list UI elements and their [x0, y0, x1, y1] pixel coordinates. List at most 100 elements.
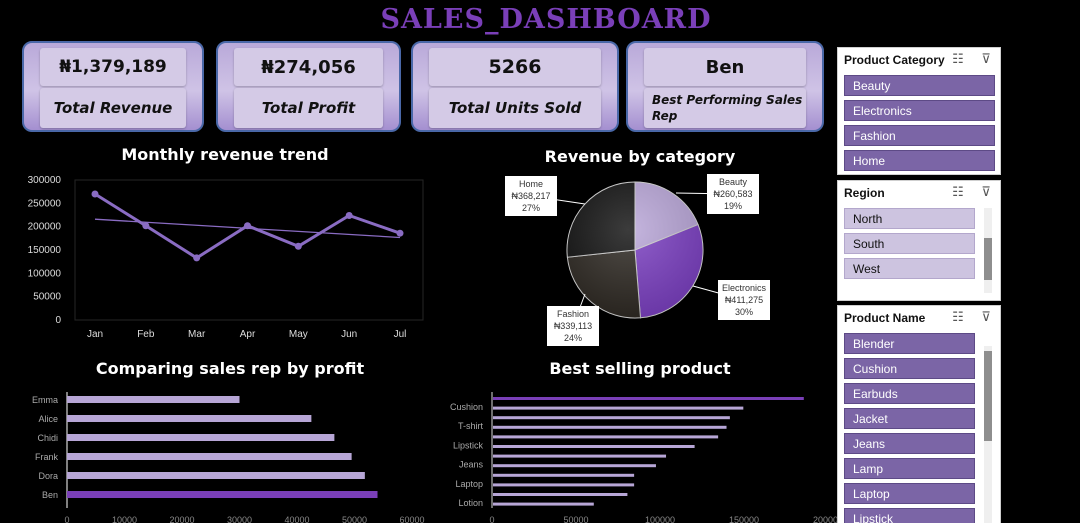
bar: [493, 445, 695, 448]
pie-chart: Beauty ₦260,583 19% Electronics ₦411,275 30% F…: [505, 174, 770, 346]
svg-text:₦411,275: ₦411,275: [725, 295, 763, 305]
slicer-product-name: Product Name ☷ ⊽ Blender Cushion Earbuds…: [837, 305, 1001, 523]
x-tick-label: Jul: [394, 329, 407, 340]
y-tick-label: 100000: [28, 268, 62, 279]
slicer-item-north[interactable]: North: [844, 208, 975, 229]
y-tick-label: T-shirt: [458, 421, 484, 431]
bar: [493, 493, 628, 496]
y-tick-label: 250000: [28, 198, 62, 209]
slicer-item-earbuds[interactable]: Earbuds: [844, 383, 975, 404]
x-tick-label: 50000: [342, 515, 367, 523]
svg-text:₦368,217: ₦368,217: [511, 191, 550, 201]
svg-text:₦260,583: ₦260,583: [713, 189, 752, 199]
scrollbar[interactable]: [984, 346, 992, 523]
bar-dora: [67, 472, 365, 479]
y-tick-label: Emma: [32, 395, 58, 405]
bar-emma: [67, 396, 240, 403]
pie-slice-home: [566, 181, 636, 258]
bar-frank: [67, 453, 352, 460]
bar: [493, 397, 804, 400]
multi-select-icon[interactable]: ☷: [950, 310, 966, 326]
x-tick-label: 0: [64, 515, 69, 523]
svg-text:Beauty: Beauty: [719, 177, 748, 187]
slicer-item-blender[interactable]: Blender: [844, 333, 975, 354]
pie-chart-title: Revenue by category: [544, 147, 736, 166]
product-chart-title: Best selling product: [549, 359, 731, 378]
y-tick-label: Jeans: [459, 460, 484, 470]
kpi-value: ₦274,056: [234, 48, 383, 86]
clear-filter-icon[interactable]: ⊽: [978, 185, 994, 201]
y-tick-label: Ben: [42, 490, 58, 500]
bar: [493, 473, 635, 477]
dashboard-title: SALES_DASHBOARD: [380, 4, 712, 35]
data-point: [396, 229, 404, 237]
slicer-item-beauty[interactable]: Beauty: [844, 75, 995, 96]
slicer-item-lipstick[interactable]: Lipstick: [844, 508, 975, 523]
slicer-item-fashion[interactable]: Fashion: [844, 125, 995, 146]
y-tick-label: 0: [55, 315, 61, 326]
data-point: [91, 190, 99, 198]
slicer-item-lamp[interactable]: Lamp: [844, 458, 975, 479]
slicer-item-electronics[interactable]: Electronics: [844, 100, 995, 121]
x-tick-label: 20000: [169, 515, 194, 523]
slicer-product-category: Product Category ☷ ⊽ Beauty Electronics …: [837, 47, 1001, 175]
scrollbar-thumb[interactable]: [984, 238, 992, 280]
clear-filter-icon[interactable]: ⊽: [978, 310, 994, 326]
x-tick-label: 150000: [729, 515, 759, 523]
multi-select-icon[interactable]: ☷: [950, 185, 966, 201]
y-tick-label: 300000: [28, 175, 62, 186]
x-tick-label: 30000: [227, 515, 252, 523]
slicer-title: Product Category: [844, 53, 945, 67]
x-tick-label: 100000: [645, 515, 675, 523]
rep-bar-chart: Emma Alice Chidi Frank Dora Ben 0 10000 20000 30…: [32, 392, 425, 523]
bar-chidi: [67, 434, 335, 441]
svg-text:Home: Home: [519, 179, 543, 189]
data-point: [294, 242, 302, 250]
scrollbar[interactable]: [984, 208, 992, 293]
x-tick-label: 50000: [563, 515, 588, 523]
bar: [493, 502, 594, 506]
x-tick-label: Mar: [188, 329, 206, 340]
slicer-item-cushion[interactable]: Cushion: [844, 358, 975, 379]
x-tick-label: Feb: [137, 329, 155, 340]
line-chart-title: Monthly revenue trend: [121, 145, 329, 164]
x-tick-label: Jun: [341, 329, 357, 340]
slicer-item-south[interactable]: South: [844, 233, 975, 254]
data-point: [193, 254, 201, 262]
x-tick-label: 10000: [112, 515, 137, 523]
bar-ben: [67, 491, 378, 498]
kpi-label: Total Profit: [234, 88, 383, 128]
clear-filter-icon[interactable]: ⊽: [978, 52, 994, 68]
rep-chart-title: Comparing sales rep by profit: [95, 359, 365, 378]
x-tick-label: 60000: [399, 515, 424, 523]
slicer-title: Region: [844, 186, 885, 200]
scrollbar-thumb[interactable]: [984, 351, 992, 441]
y-tick-label: Lipstick: [453, 440, 484, 450]
kpi-value: 5266: [429, 48, 601, 86]
data-point: [345, 211, 353, 219]
y-tick-label: Laptop: [455, 479, 483, 489]
kpi-total-revenue: ₦1,379,189 Total Revenue: [22, 41, 204, 132]
kpi-total-units: 5266 Total Units Sold: [411, 41, 619, 132]
slicer-item-jacket[interactable]: Jacket: [844, 408, 975, 429]
slicer-item-laptop[interactable]: Laptop: [844, 483, 975, 504]
y-tick-label: Frank: [35, 452, 59, 462]
slicer-item-jeans[interactable]: Jeans: [844, 433, 975, 454]
bar: [493, 416, 730, 420]
kpi-value: ₦1,379,189: [40, 48, 186, 86]
multi-select-icon[interactable]: ☷: [950, 52, 966, 68]
bar-alice: [67, 415, 312, 422]
slicer-item-west[interactable]: West: [844, 258, 975, 279]
x-tick-label: 0: [489, 515, 494, 523]
data-label-home: Home ₦368,217 27%: [505, 176, 586, 216]
bar: [493, 435, 719, 439]
slicer-item-home[interactable]: Home: [844, 150, 995, 171]
kpi-best-rep: Ben Best Performing Sales Rep: [626, 41, 824, 132]
svg-text:₦339,113: ₦339,113: [554, 321, 592, 331]
bar: [493, 464, 656, 468]
line-chart: 300000 250000 200000 150000 100000 50000 0 Jan…: [28, 175, 424, 340]
y-tick-label: Alice: [38, 414, 58, 424]
svg-text:27%: 27%: [522, 203, 540, 213]
bar: [493, 425, 727, 429]
slicer-title: Product Name: [844, 311, 926, 325]
